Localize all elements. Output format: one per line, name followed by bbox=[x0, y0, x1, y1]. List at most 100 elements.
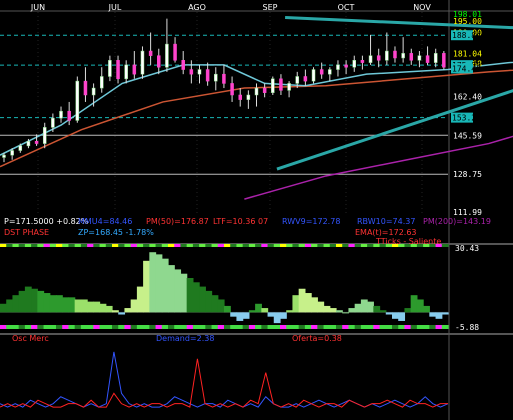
oscillator-bar bbox=[298, 288, 306, 313]
candle bbox=[140, 50, 145, 75]
oscillator-bar bbox=[379, 310, 387, 313]
candle bbox=[368, 55, 373, 63]
candle bbox=[173, 43, 177, 61]
indicator-label: ZP=168.45 -1.78% bbox=[78, 228, 154, 237]
candle bbox=[214, 73, 218, 82]
candle bbox=[303, 76, 308, 82]
signal-strip-top bbox=[62, 244, 70, 247]
signal-strip-bottom bbox=[68, 325, 76, 329]
oscillator-bar bbox=[329, 308, 337, 313]
signal-strip-bottom bbox=[342, 325, 350, 329]
signal-strip-top bbox=[56, 244, 63, 247]
oscillator-bar bbox=[87, 301, 94, 313]
candle bbox=[271, 78, 275, 93]
oscillator-bar bbox=[130, 299, 138, 313]
signal-strip-bottom bbox=[354, 325, 362, 329]
signal-strip-bottom bbox=[267, 325, 275, 329]
candle bbox=[116, 60, 120, 80]
signal-strip-bottom bbox=[118, 325, 126, 329]
oscillator-axis-label: 30.43 bbox=[455, 244, 479, 253]
candle bbox=[409, 53, 414, 61]
signal-strip-bottom bbox=[161, 325, 169, 329]
oscillator-bar bbox=[261, 308, 269, 313]
signal-strip-top bbox=[161, 244, 169, 247]
signal-strip-bottom bbox=[416, 325, 424, 329]
signal-strip-top bbox=[118, 244, 126, 247]
oscillator-bar bbox=[149, 252, 157, 313]
oscillator-bar bbox=[273, 312, 281, 324]
candle bbox=[197, 69, 202, 75]
signal-strip-top bbox=[211, 244, 219, 247]
oscillator-bar bbox=[286, 310, 294, 313]
signal-strip-bottom bbox=[379, 325, 387, 329]
oscillator-bar bbox=[74, 299, 82, 313]
oscillator-bar bbox=[192, 282, 200, 313]
candle bbox=[254, 87, 259, 96]
signal-strip-bottom bbox=[18, 325, 26, 329]
signal-strip-top bbox=[37, 244, 45, 247]
oscillator-bar bbox=[124, 308, 132, 313]
signal-strip-top bbox=[6, 244, 14, 247]
signal-strip-bottom bbox=[242, 325, 250, 329]
candle bbox=[83, 80, 88, 96]
signal-strip-top bbox=[143, 244, 150, 247]
signal-strip-top bbox=[323, 244, 331, 247]
price-tag-label: 174.48 bbox=[452, 64, 481, 73]
oscillator-bar bbox=[441, 312, 449, 315]
candle bbox=[425, 55, 430, 63]
oscillator-bar bbox=[404, 308, 412, 313]
signal-strip-top bbox=[155, 244, 163, 247]
signal-strip-top bbox=[192, 244, 200, 247]
candle bbox=[26, 141, 31, 147]
volume-label: Demand=2.38 bbox=[156, 334, 214, 343]
oscillator-bar bbox=[174, 269, 182, 313]
oscillator-bar bbox=[423, 305, 430, 313]
signal-strip-bottom bbox=[168, 325, 175, 329]
candle bbox=[34, 141, 39, 144]
oscillator-bar bbox=[6, 299, 14, 313]
signal-strip-top bbox=[348, 244, 356, 247]
signal-strip-bottom bbox=[441, 325, 449, 329]
signal-strip-bottom bbox=[56, 325, 63, 329]
signal-strip-top bbox=[317, 244, 325, 247]
signal-strip-bottom bbox=[423, 325, 430, 329]
month-label: AGO bbox=[188, 3, 206, 12]
signal-strip-bottom bbox=[124, 325, 132, 329]
signal-strip-top bbox=[87, 244, 94, 247]
signal-strip-bottom bbox=[236, 325, 244, 329]
oscillator-bar bbox=[398, 312, 406, 321]
signal-strip-top bbox=[124, 244, 132, 247]
oscillator-bar bbox=[161, 258, 169, 313]
signal-strip-bottom bbox=[398, 325, 406, 329]
signal-strip-bottom bbox=[410, 325, 418, 329]
signal-strip-bottom bbox=[136, 325, 144, 329]
signal-strip-top bbox=[298, 244, 306, 247]
candle bbox=[18, 145, 23, 151]
oscillator-bar bbox=[217, 299, 225, 313]
candle bbox=[385, 50, 389, 61]
candle bbox=[311, 69, 316, 82]
oscillator-bar bbox=[93, 301, 101, 313]
signal-strip-bottom bbox=[37, 325, 45, 329]
signal-strip-bottom bbox=[205, 325, 213, 329]
candle bbox=[91, 87, 96, 96]
signal-strip-bottom bbox=[224, 325, 231, 329]
candle bbox=[99, 76, 104, 89]
candle bbox=[401, 53, 405, 59]
candle bbox=[67, 110, 71, 121]
oscillator-bar bbox=[62, 297, 70, 313]
signal-strip-bottom bbox=[317, 325, 325, 329]
signal-strip-bottom bbox=[435, 325, 443, 329]
oscillator-bar bbox=[12, 295, 20, 313]
signal-strip-bottom bbox=[180, 325, 188, 329]
candle bbox=[181, 60, 185, 70]
signal-strip-bottom bbox=[336, 325, 343, 329]
signal-strip-bottom bbox=[261, 325, 269, 329]
signal-strip-bottom bbox=[329, 325, 337, 329]
candle bbox=[51, 117, 55, 128]
signal-strip-bottom bbox=[373, 325, 381, 329]
signal-strip-bottom bbox=[280, 325, 287, 329]
signal-strip-top bbox=[99, 244, 107, 247]
oscillator-bar bbox=[18, 290, 26, 313]
oscillator-bar bbox=[168, 265, 175, 313]
